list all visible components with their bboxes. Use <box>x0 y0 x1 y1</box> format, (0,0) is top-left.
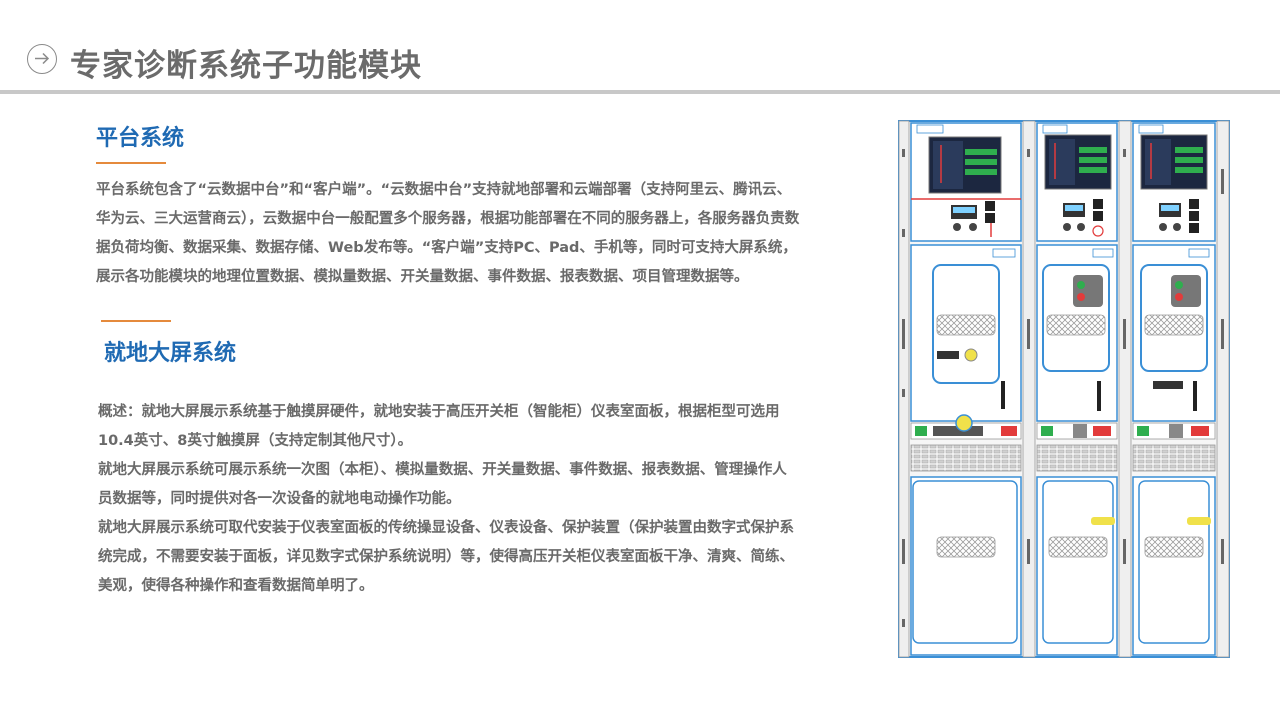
platform-system-heading: 平台系统 <box>96 126 185 151</box>
local-line: 就地大屏展示系统可取代安装于仪表室面板的传统操显设备、仪表设备、保护装置（保护装… <box>98 520 794 536</box>
platform-line: 据负荷均衡、数据采集、数据存储、Web发布等。“客户端”支持PC、Pad、手机等… <box>96 240 797 256</box>
platform-line: 展示各功能模块的地理位置数据、模拟量数据、开关量数据、事件数据、报表数据、项目管… <box>96 269 749 285</box>
switchgear-cabinet-illustration <box>897 119 1231 659</box>
local-screen-description: 概述：就地大屏展示系统基于触摸屏硬件，就地安装于高压开关柜（智能柜）仪表室面板，… <box>98 398 794 601</box>
local-line: 美观，使得各种操作和查看数据简单明了。 <box>98 578 374 594</box>
local-line: 就地大屏展示系统可展示系统一次图（本柜）、模拟量数据、开关量数据、事件数据、报表… <box>98 462 787 478</box>
platform-line: 平台系统包含了“云数据中台”和“客户端”。“云数据中台”支持就地部署和云端部署（… <box>96 182 792 198</box>
arrow-right-circle-icon <box>27 44 57 74</box>
platform-line: 华为云、三大运营商云），云数据中台一般配置多个服务器，根据功能部署在不同的服务器… <box>96 211 800 227</box>
title-divider <box>0 90 1280 94</box>
local-accent-line <box>101 320 171 322</box>
local-line: 统完成，不需要安装于面板，详见数字式保护系统说明）等，使得高压开关柜仪表室面板干… <box>98 549 794 565</box>
local-screen-heading: 就地大屏系统 <box>104 341 237 366</box>
platform-description: 平台系统包含了“云数据中台”和“客户端”。“云数据中台”支持就地部署和云端部署（… <box>96 176 799 292</box>
platform-accent-line <box>96 162 166 164</box>
local-line: 概述：就地大屏展示系统基于触摸屏硬件，就地安装于高压开关柜（智能柜）仪表室面板，… <box>98 404 780 420</box>
local-line: 员数据等，同时提供对各一次设备的就地电动操作功能。 <box>98 491 461 507</box>
local-line: 10.4英寸、8英寸触摸屏（支持定制其他尺寸）。 <box>98 433 413 449</box>
page-title: 专家诊断系统子功能模块 <box>70 48 422 84</box>
